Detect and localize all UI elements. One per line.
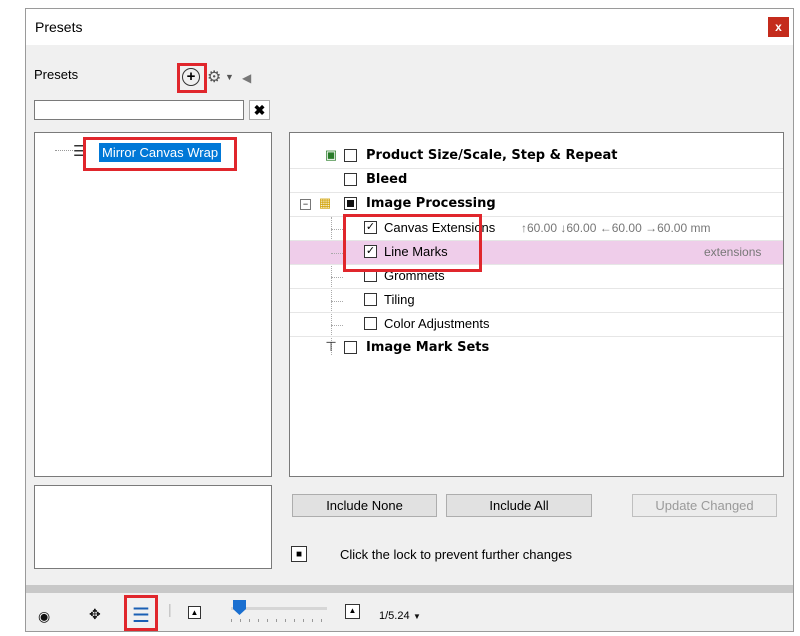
update-changed-button[interactable]: Update Changed xyxy=(632,494,777,517)
option-row-product-size[interactable]: ▣ Product Size/Scale, Step & Repeat xyxy=(290,145,783,169)
preset-tree: ☰ Mirror Canvas Wrap xyxy=(34,132,272,477)
toolbar-divider: | xyxy=(168,601,172,617)
tree-line xyxy=(331,301,343,302)
include-all-button[interactable]: Include All xyxy=(446,494,592,517)
option-label: Bleed xyxy=(366,172,408,187)
window-title: Presets xyxy=(35,19,83,35)
eye-icon[interactable]: ◉ xyxy=(38,608,50,625)
lock-hint: Click the lock to prevent further change… xyxy=(340,547,572,562)
presets-window: Presets x Presets + ⚙ ▼ ◀ ✖ ☰ Mirror Can… xyxy=(25,8,794,632)
extension-measurements: ↑60.00 ↓60.00 ←60.00 →60.00 mm xyxy=(521,221,711,235)
close-button[interactable]: x xyxy=(768,17,789,37)
image-mark-sets-icon: ⊤ xyxy=(325,339,337,354)
checkbox-partial[interactable] xyxy=(344,197,357,210)
crosshair-icon[interactable]: ✥ xyxy=(89,606,101,623)
product-size-icon: ▣ xyxy=(324,147,338,162)
small-preview-icon[interactable]: ▲ xyxy=(188,606,201,619)
preset-description-box xyxy=(34,485,272,569)
image-processing-icon: ▦ xyxy=(318,195,332,210)
checkbox[interactable] xyxy=(364,293,377,306)
zoom-level[interactable]: 1/5.24 xyxy=(379,610,410,622)
line-marks-note: extensions xyxy=(704,245,762,259)
option-label: Image Processing xyxy=(366,196,496,211)
search-input[interactable] xyxy=(34,100,244,120)
clear-search-button[interactable]: ✖ xyxy=(249,100,270,120)
collapse-left-icon[interactable]: ◀ xyxy=(242,71,251,85)
options-panel: ▣ Product Size/Scale, Step & Repeat Blee… xyxy=(289,132,784,477)
option-row-image-mark-sets[interactable]: ⊤ Image Mark Sets xyxy=(290,337,783,361)
chevron-down-icon[interactable]: ▼ xyxy=(413,612,421,621)
gear-icon[interactable]: ⚙ xyxy=(207,67,221,87)
tree-line xyxy=(331,253,343,254)
option-label: Product Size/Scale, Step & Repeat xyxy=(366,148,618,163)
callout-line-marks xyxy=(343,214,482,272)
separator xyxy=(26,585,793,593)
chevron-down-icon[interactable]: ▼ xyxy=(225,72,234,82)
option-label: Tiling xyxy=(384,292,415,307)
option-label: Color Adjustments xyxy=(384,316,490,331)
callout-sliders xyxy=(124,595,158,631)
tree-line xyxy=(331,277,343,278)
callout-preset xyxy=(83,137,237,171)
option-row-bleed[interactable]: Bleed xyxy=(290,169,783,193)
large-preview-icon[interactable]: ▲ xyxy=(345,604,360,619)
checkbox[interactable] xyxy=(364,317,377,330)
option-row-color-adjustments[interactable]: Color Adjustments xyxy=(290,313,783,337)
callout-add xyxy=(177,63,207,93)
tree-connector xyxy=(55,150,73,151)
tree-line xyxy=(331,229,343,230)
include-none-button[interactable]: Include None xyxy=(292,494,437,517)
checkbox[interactable] xyxy=(344,149,357,162)
title-bar: Presets x xyxy=(26,9,793,45)
presets-label: Presets xyxy=(34,67,79,82)
tree-line xyxy=(331,325,343,326)
checkbox[interactable] xyxy=(344,341,357,354)
collapse-icon[interactable]: − xyxy=(300,199,311,210)
option-label: Image Mark Sets xyxy=(366,340,490,355)
slider-ticks xyxy=(231,619,327,622)
option-row-tiling[interactable]: Tiling xyxy=(290,289,783,313)
checkbox[interactable] xyxy=(344,173,357,186)
lock-icon[interactable]: ■ xyxy=(291,546,307,562)
